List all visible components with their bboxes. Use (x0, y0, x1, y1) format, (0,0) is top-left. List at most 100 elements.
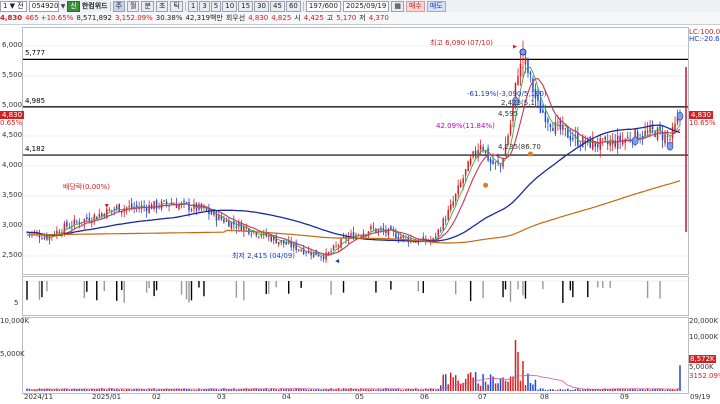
date-input[interactable]: 2025/09/19 (342, 0, 390, 12)
period-button-45[interactable]: 45 (270, 0, 285, 12)
tick-button[interactable]: 틱 (170, 0, 183, 12)
volume-bar (86, 389, 88, 391)
volume-bar (277, 389, 280, 391)
day-button[interactable]: 주 (112, 0, 126, 12)
hline-label-4182: 4,182 (25, 145, 46, 154)
period-button-30[interactable]: 30 (254, 0, 270, 12)
month-button[interactable]: 분 (141, 0, 154, 12)
volume-pane[interactable] (22, 317, 689, 394)
open-label: 시 (294, 14, 301, 22)
volume-bar (248, 389, 250, 391)
volume-bar (472, 377, 474, 391)
volume-bar (549, 389, 552, 391)
period-button-3[interactable]: 3 (199, 0, 210, 12)
candle-body (188, 202, 190, 211)
indicator-chart (23, 280, 688, 303)
volume-bar (31, 390, 33, 391)
volume-bar (422, 389, 425, 391)
volume-bar (332, 389, 335, 391)
mid-annotation-2: 4,595 (498, 110, 519, 118)
code-prefix[interactable]: 1 ▼ 전 (0, 0, 27, 12)
candle-body (524, 57, 527, 65)
candle-body (435, 236, 437, 238)
period-button-15[interactable]: 15 (238, 0, 254, 12)
candle-body (66, 221, 68, 227)
volume-bar (76, 389, 78, 391)
buy-button[interactable]: 매수 (405, 0, 425, 12)
stock-code-input[interactable]: 054920 (28, 0, 59, 12)
minute-button[interactable]: 초 (155, 0, 169, 12)
pct-annotation-3: 4,235(86.70 (498, 143, 541, 151)
left-tick: 4,500 (2, 131, 23, 139)
candle-body (43, 236, 46, 239)
candle-body (544, 112, 547, 123)
volume-bar (542, 388, 544, 391)
candle-body (73, 219, 76, 225)
volume-bar (484, 381, 487, 391)
chevron-down-icon[interactable]: ▼ (61, 3, 66, 10)
right-hc-label: HC:-20.65 (689, 35, 720, 43)
volume-bar (228, 389, 230, 391)
period-button-10[interactable]: 10 (222, 0, 238, 12)
candle-body (484, 150, 487, 153)
candle-body (472, 151, 474, 157)
candle-body (41, 238, 43, 239)
candle-body (454, 193, 457, 202)
candle-body (225, 220, 228, 222)
volume-bar (372, 389, 375, 391)
candle-body (277, 241, 280, 245)
x-tick-4: 04 (282, 393, 291, 401)
left-tick: 3,500 (2, 191, 23, 199)
vol-right-pct: 3152.09% (689, 372, 720, 380)
volume-bar (390, 389, 392, 391)
indicator-pane[interactable] (22, 276, 689, 316)
volume-bar (53, 389, 56, 391)
volume-bar (375, 389, 377, 391)
left-tick: 6,000 (2, 41, 23, 49)
volume-bar (36, 389, 38, 391)
volume-bar (651, 389, 654, 391)
volume-bar (487, 384, 489, 391)
chart-window: 1 ▼ 전 054920 ▼ 신 한컴위드 주 월 분 초 틱 1 3 5 10 15 3… (0, 0, 720, 404)
volume-bar (342, 388, 345, 391)
period-button-5[interactable]: 5 (210, 0, 222, 12)
candle-body (552, 128, 554, 131)
open-price: 4,425 (303, 14, 324, 22)
volume-bar (158, 389, 160, 391)
volume-bar (554, 390, 557, 391)
volume-bar (317, 389, 320, 391)
price-pane[interactable] (22, 27, 689, 275)
volume-bar (193, 389, 195, 391)
volume-bar (599, 389, 601, 391)
volume-bar (412, 389, 415, 391)
candle-body (370, 225, 372, 230)
count-input[interactable]: 197/600 (305, 0, 341, 12)
candle-body (646, 130, 649, 133)
volume-bar (544, 389, 547, 391)
candle-body (489, 159, 492, 164)
volume-bar (449, 372, 452, 391)
volume-bar (497, 383, 499, 391)
sell-button[interactable]: 매도 (426, 0, 446, 12)
candle-body (300, 249, 302, 252)
candle-body (462, 178, 464, 184)
week-button[interactable]: 월 (127, 0, 140, 12)
high-marker (519, 48, 527, 56)
volume-bar (235, 390, 238, 391)
search-badge[interactable]: 신 (67, 0, 80, 12)
high-label: 고 (326, 14, 334, 22)
candle-body (464, 169, 467, 176)
calendar-icon[interactable]: ▦ (391, 0, 404, 12)
right-current-pct: 10.65% (689, 119, 716, 128)
candle-body (372, 227, 375, 229)
candle-body (452, 201, 454, 207)
period-button-1[interactable]: 1 (187, 0, 199, 12)
period-button-60[interactable]: 60 (285, 0, 301, 12)
volume-bar (439, 385, 442, 391)
candle-body (459, 182, 462, 187)
volume-bar (519, 380, 522, 391)
candle-body (185, 202, 188, 204)
volume-bar (168, 389, 170, 391)
volume-bar (200, 390, 203, 391)
candle-body (449, 204, 452, 210)
